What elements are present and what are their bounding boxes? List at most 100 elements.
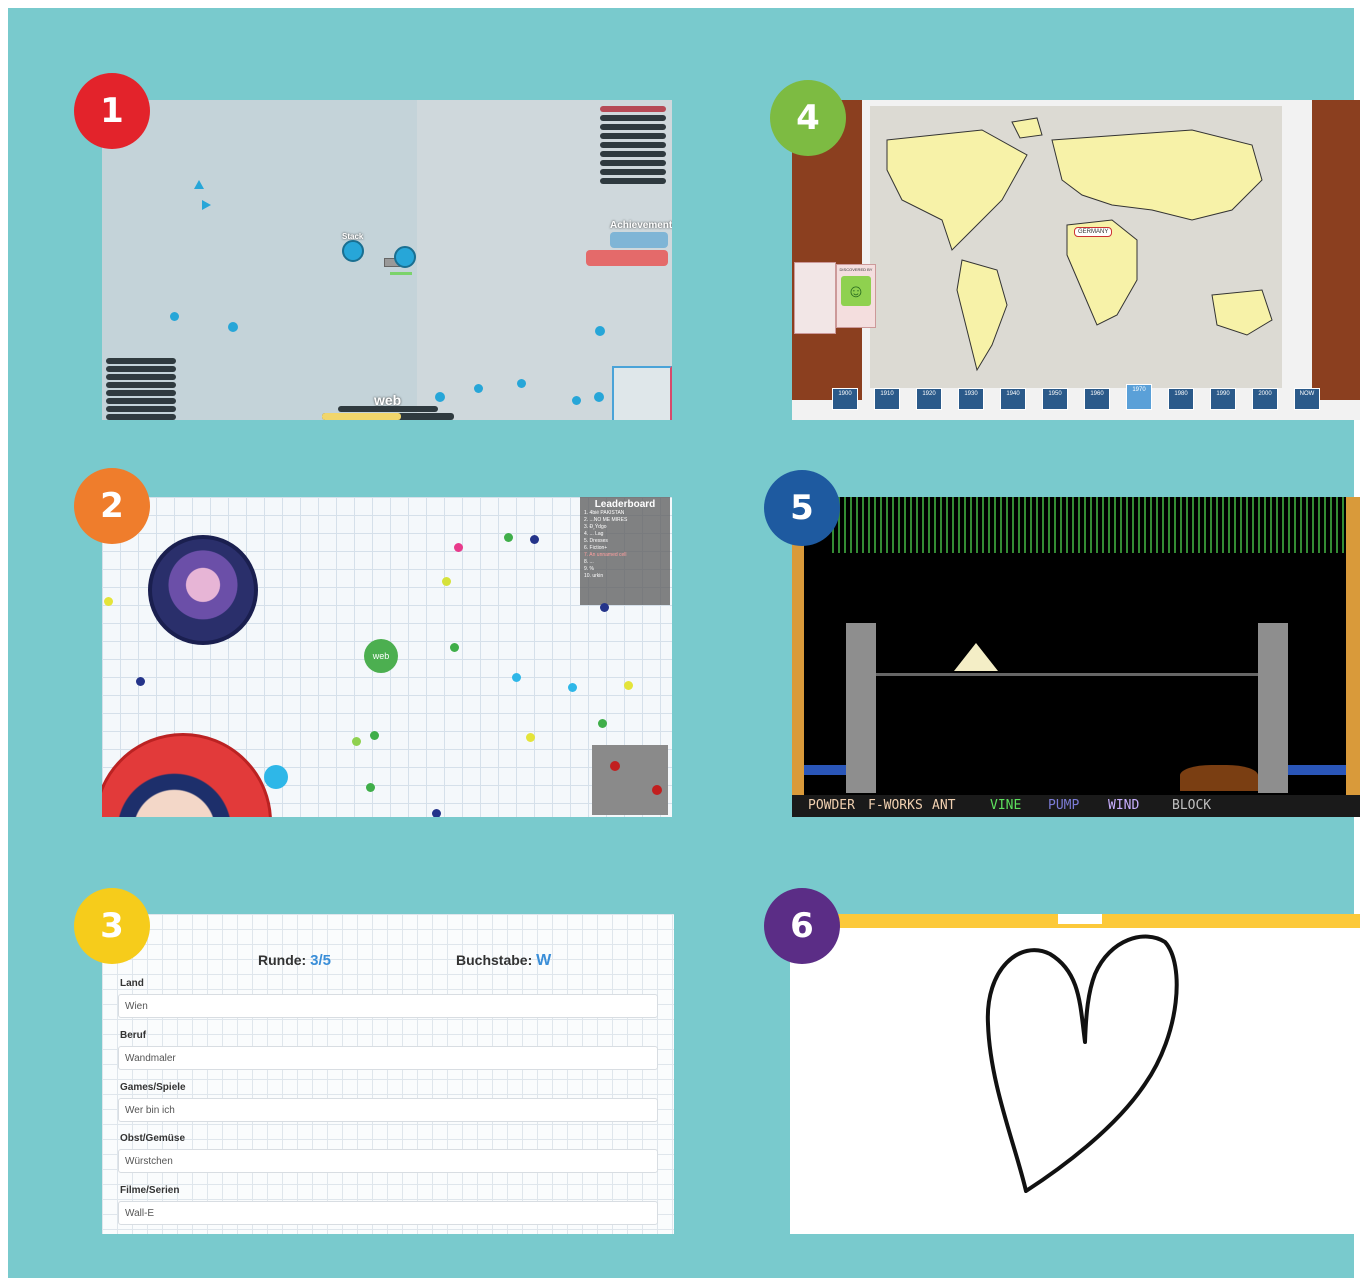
badge-2: 2: [74, 468, 150, 544]
leaderboard-title: Leaderboard: [594, 499, 656, 510]
food-pellet: [370, 731, 379, 740]
badge-3: 3: [74, 888, 150, 964]
game-panel-6[interactable]: [790, 914, 1360, 1234]
game-panel-3[interactable]: Runde: 3/5 Buchstabe: W Land Wien Beruf …: [102, 914, 674, 1234]
level-bar: [322, 413, 454, 420]
food-pellet: [504, 533, 513, 542]
decade-1920[interactable]: 1920: [916, 388, 942, 410]
food-pellet: [104, 597, 113, 606]
food-pellet: [454, 543, 463, 552]
decade-bar[interactable]: 1900 1910 1920 1930 1940 1950 1960 1970 …: [832, 384, 1320, 418]
menu-fireworks[interactable]: F-WORKS: [868, 798, 923, 813]
tower-right: [1258, 623, 1288, 793]
decade-1970[interactable]: 1970: [1126, 384, 1152, 410]
decade-1930[interactable]: 1930: [958, 388, 984, 410]
decade-1940[interactable]: 1940: [1000, 388, 1026, 410]
round-value: 3/5: [310, 952, 331, 969]
skin-cell-robot: [148, 535, 258, 645]
bullet-dot: [435, 392, 445, 402]
dirt-pile: [1180, 765, 1258, 791]
decade-1980[interactable]: 1980: [1168, 388, 1194, 410]
decade-1950[interactable]: 1950: [1042, 388, 1068, 410]
food-pellet: [512, 673, 521, 682]
now-playing-card: [794, 262, 836, 334]
menu-ant[interactable]: ANT: [932, 798, 955, 813]
game-panel-2[interactable]: Leaderboard 1. 4bié PAKISTAN 2. ...NO ME …: [102, 497, 672, 817]
food-pellet: [598, 719, 607, 728]
menu-powder[interactable]: POWDER: [808, 798, 855, 813]
badge-4: 4: [770, 80, 846, 156]
player-cell-label: web: [372, 651, 390, 661]
food-pellet: [264, 765, 288, 789]
menu-vine[interactable]: VINE: [990, 798, 1021, 813]
field-input-filme[interactable]: Wall-E: [118, 1201, 658, 1225]
decade-1900[interactable]: 1900: [832, 388, 858, 410]
badge-5: 5: [764, 470, 840, 546]
bullet-dot: [595, 326, 605, 336]
leaderboard-box: Leaderboard 1. 4bié PAKISTAN 2. ...NO ME …: [580, 497, 670, 605]
achievement-toast-2: [586, 250, 668, 266]
bullet-dot: [170, 312, 179, 321]
bullet-dot: [517, 379, 526, 388]
decade-now[interactable]: NOW: [1294, 388, 1320, 410]
game-panel-4[interactable]: GERMANY DISCOVERED BY ☺ 1900 1910 1920 1…: [792, 100, 1360, 420]
sand-frame-right: [1346, 497, 1360, 797]
country-label: GERMANY: [1074, 227, 1113, 237]
vine-growth: [832, 497, 1346, 553]
achievement-toast-1: [610, 232, 668, 248]
player-cell[interactable]: web: [364, 639, 398, 673]
tower-left: [846, 623, 876, 793]
food-pellet: [600, 603, 609, 612]
decade-1990[interactable]: 1990: [1210, 388, 1236, 410]
menu-pump[interactable]: PUMP: [1048, 798, 1079, 813]
letter-indicator: Buchstabe: W: [456, 952, 552, 969]
field-label-games: Games/Spiele: [120, 1082, 186, 1093]
enemy-tank: [342, 240, 364, 262]
food-pellet: [366, 783, 375, 792]
game-panel-5[interactable]: POWDER F-WORKS ANT VINE PUMP WIND BLOCK: [792, 497, 1360, 817]
field-label-filme: Filme/Serien: [120, 1185, 180, 1196]
food-pellet: [450, 643, 459, 652]
bullet-dot: [572, 396, 581, 405]
food-pellet: [530, 535, 539, 544]
letter-value: W: [536, 952, 552, 969]
discovered-by-label: DISCOVERED BY: [839, 267, 873, 272]
badge-1: 1: [74, 73, 150, 149]
world-map[interactable]: [792, 100, 1360, 420]
minimap[interactable]: [592, 745, 668, 815]
minimap[interactable]: [612, 366, 672, 420]
field-input-beruf[interactable]: Wandmaler: [118, 1046, 658, 1070]
skin-cell-face: [102, 733, 272, 817]
decade-1910[interactable]: 1910: [874, 388, 900, 410]
food-pellet: [624, 681, 633, 690]
decade-2000[interactable]: 2000: [1252, 388, 1278, 410]
food-pellet: [432, 809, 441, 817]
discovered-by-card: DISCOVERED BY ☺: [836, 264, 876, 328]
field-label-beruf: Beruf: [120, 1030, 147, 1041]
game-panel-1[interactable]: Achievements Stack web: [102, 100, 672, 420]
triangle-shape-icon: [194, 180, 204, 189]
hanging-triangle: [954, 643, 998, 671]
food-pellet: [568, 683, 577, 692]
field-label-obst: Obst/Gemüse: [120, 1133, 186, 1144]
player-health-bar: [390, 272, 412, 275]
triangle-shape-icon: [202, 200, 211, 210]
field-input-games[interactable]: Wer bin ich: [118, 1098, 658, 1122]
menu-block[interactable]: BLOCK: [1172, 798, 1211, 813]
score-bar: [338, 406, 438, 412]
menu-wind[interactable]: WIND: [1108, 798, 1139, 813]
smiley-icon: ☺: [841, 276, 871, 306]
screenshot-collage: Achievements Stack web 1 Leaderboard 1. …: [8, 8, 1360, 1278]
badge-6: 6: [764, 888, 840, 964]
water-left: [804, 765, 846, 775]
food-pellet: [136, 677, 145, 686]
bridge-line: [876, 673, 1258, 676]
food-pellet: [352, 737, 361, 746]
bullet-dot: [594, 392, 604, 402]
field-input-land[interactable]: Wien: [118, 994, 658, 1018]
player-tank[interactable]: [394, 246, 416, 268]
field-input-obst[interactable]: Würstchen: [118, 1149, 658, 1173]
decade-1960[interactable]: 1960: [1084, 388, 1110, 410]
heart-drawing[interactable]: [790, 914, 1360, 1234]
bullet-dot: [474, 384, 483, 393]
